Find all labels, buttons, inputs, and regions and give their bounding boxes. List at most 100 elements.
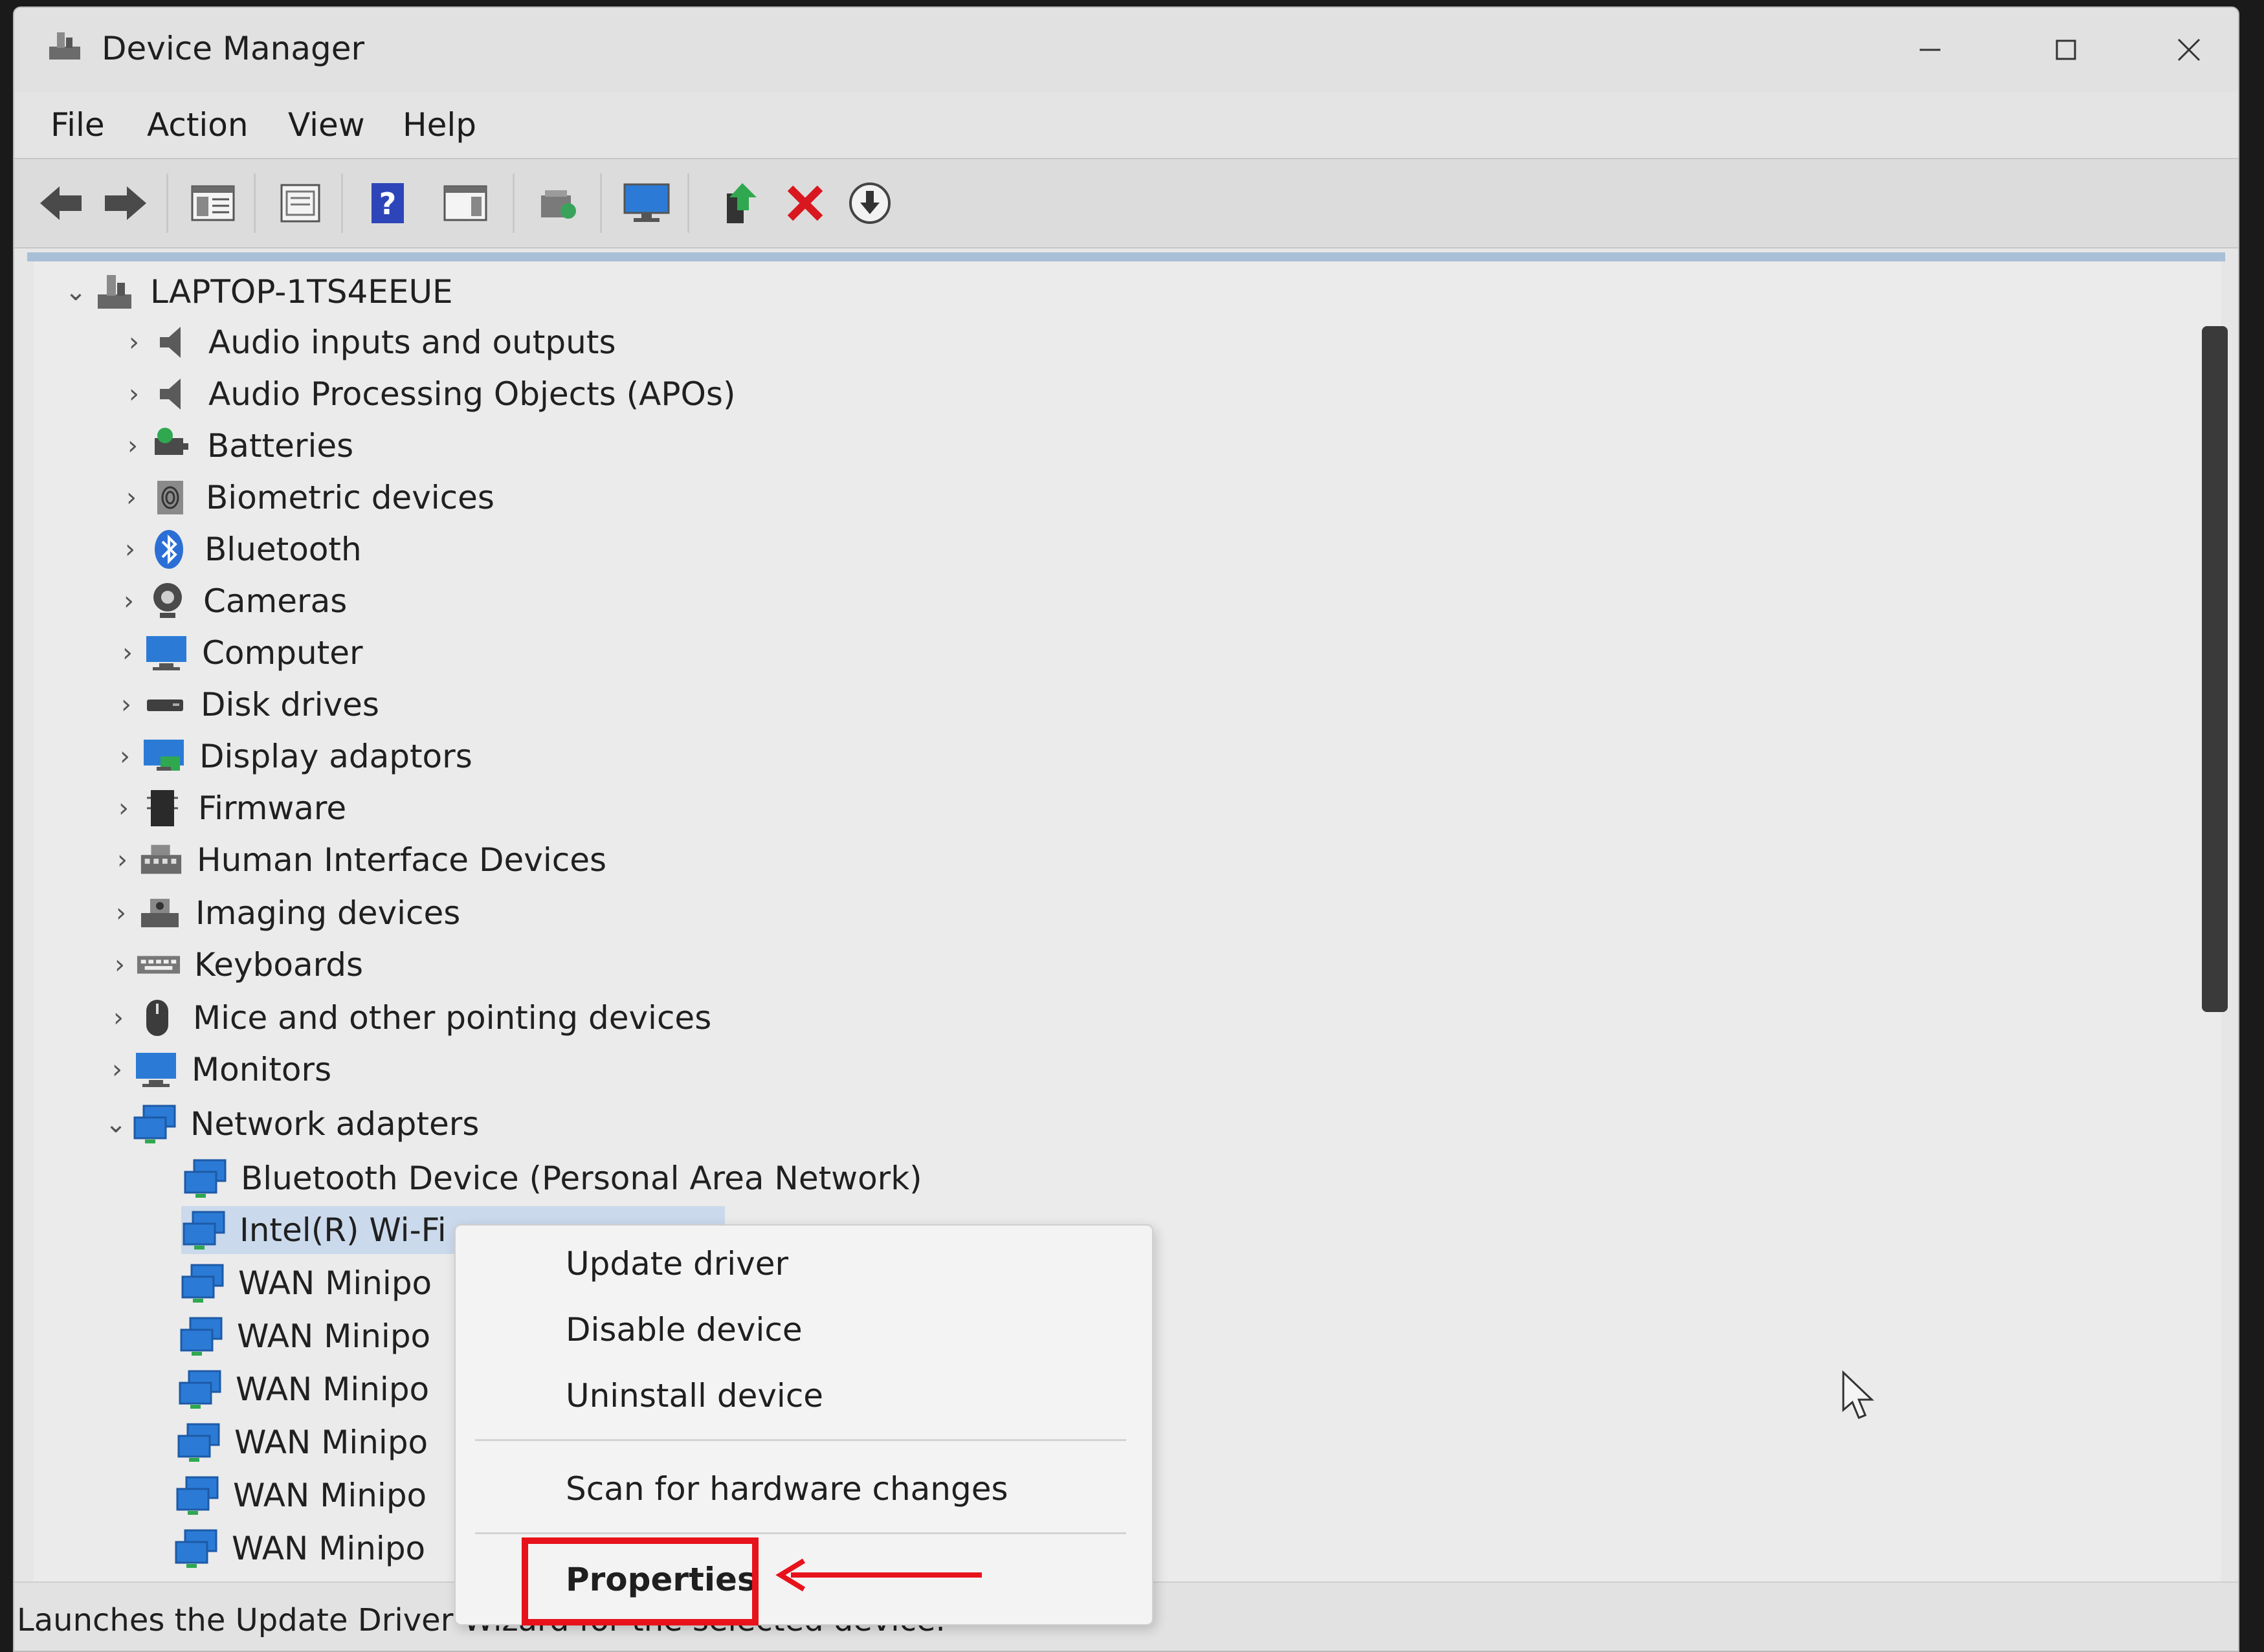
tree-category[interactable]: › Disk drives — [110, 681, 379, 729]
chevron-right-icon[interactable]: › — [115, 483, 148, 512]
network-adapter-icon — [183, 1156, 228, 1201]
chevron-right-icon[interactable]: › — [107, 793, 140, 823]
chevron-right-icon[interactable]: › — [110, 690, 142, 720]
tree-category[interactable]: › Computer — [111, 629, 363, 677]
battery-icon — [149, 423, 194, 468]
minimize-button[interactable] — [1891, 27, 1969, 72]
back-arrow-icon — [40, 186, 82, 220]
mouse-cursor-icon — [1842, 1370, 1874, 1419]
chevron-right-icon[interactable]: › — [117, 431, 149, 461]
show-hide-console-tree-button[interactable] — [186, 176, 240, 230]
forward-button[interactable] — [98, 176, 153, 230]
chevron-right-icon[interactable]: › — [118, 327, 150, 357]
tree-category[interactable]: › Imaging devices — [105, 889, 460, 937]
menu-item-update-driver[interactable]: Update driver — [566, 1245, 788, 1283]
chevron-right-icon[interactable]: › — [113, 586, 145, 616]
bluetooth-icon — [146, 527, 192, 572]
tree-category-label: Display adaptors — [199, 738, 472, 775]
tree-category[interactable]: › Bluetooth — [114, 525, 362, 573]
tree-category[interactable]: › Cameras — [113, 577, 347, 625]
network-device-item[interactable]: WAN Minipo — [177, 1365, 429, 1413]
chevron-right-icon[interactable]: › — [101, 1055, 133, 1085]
chevron-right-icon[interactable]: › — [109, 742, 141, 771]
properties-toolbar-button[interactable] — [273, 176, 327, 230]
network-device-item[interactable]: WAN Minipo — [180, 1259, 432, 1307]
forward-arrow-icon — [105, 186, 146, 220]
network-device-item[interactable]: WAN Minipo — [175, 1471, 427, 1519]
chevron-right-icon[interactable]: › — [102, 1003, 135, 1033]
network-adapter-icon — [179, 1314, 224, 1359]
help-book-icon: ? — [372, 183, 404, 223]
computer-root-icon — [92, 269, 137, 314]
menu-item-scan-hardware-changes[interactable]: Scan for hardware changes — [566, 1470, 1008, 1508]
display-devices-by-connection-button[interactable] — [619, 176, 674, 230]
close-button[interactable] — [2150, 27, 2228, 72]
tree-category[interactable]: › Audio inputs and outputs — [118, 318, 616, 366]
device-manager-icon — [49, 32, 80, 60]
toolbar-separator — [341, 173, 343, 233]
chevron-down-icon[interactable]: ⌄ — [100, 1109, 132, 1139]
maximize-button[interactable] — [2027, 27, 2105, 72]
menu-help[interactable]: Help — [403, 106, 476, 144]
tree-category-network-adapters[interactable]: ⌄ Network adapters — [100, 1100, 479, 1148]
chevron-right-icon[interactable]: › — [104, 950, 136, 980]
toolbar-separator — [254, 173, 256, 233]
tree-category[interactable]: › Human Interface Devices — [106, 836, 606, 884]
tree-category[interactable]: › Display adaptors — [109, 732, 472, 780]
network-device-item[interactable]: WAN Minipo — [176, 1418, 428, 1466]
menu-view[interactable]: View — [288, 106, 365, 144]
action-pane-icon — [443, 185, 487, 221]
update-driver-button[interactable] — [713, 176, 768, 230]
vertical-scrollbar[interactable] — [2202, 326, 2228, 1012]
scan-hardware-changes-button[interactable] — [532, 176, 586, 230]
download-circle-icon — [849, 182, 891, 224]
close-icon — [2177, 38, 2201, 61]
tree-category[interactable]: › Biometric devices — [115, 474, 494, 522]
tree-category-label: Batteries — [207, 427, 354, 465]
update-driver-icon — [727, 183, 757, 223]
network-adapter-icon — [132, 1101, 177, 1147]
tree-category[interactable]: › Batteries — [117, 422, 353, 470]
mouse-icon — [135, 995, 180, 1041]
tree-category-label: Monitors — [192, 1051, 332, 1088]
menu-item-disable-device[interactable]: Disable device — [566, 1311, 803, 1349]
svg-text:?: ? — [379, 186, 397, 221]
back-button[interactable] — [34, 176, 88, 230]
tree-category[interactable]: › Monitors — [101, 1046, 331, 1094]
menu-action[interactable]: Action — [147, 106, 249, 144]
network-device-item[interactable]: Bluetooth Device (Personal Area Network) — [183, 1154, 922, 1202]
tree-category[interactable]: › Mice and other pointing devices — [102, 994, 711, 1042]
pane-accent-line — [27, 252, 2225, 261]
action-pane-button[interactable] — [438, 176, 493, 230]
network-adapter-icon — [173, 1526, 219, 1571]
console-tree-icon — [191, 185, 235, 221]
tree-category[interactable]: › Keyboards — [104, 941, 363, 989]
tree-category[interactable]: › Firmware — [107, 784, 346, 832]
tree-category-label: Biometric devices — [206, 479, 494, 516]
network-adapter-icon — [177, 1367, 223, 1412]
uninstall-device-button[interactable] — [778, 176, 832, 230]
menu-item-uninstall-device[interactable]: Uninstall device — [566, 1377, 823, 1415]
chevron-right-icon[interactable]: › — [111, 638, 144, 668]
tree-root[interactable]: ⌄ LAPTOP-1TS4EEUE — [60, 268, 453, 316]
network-device-label: WAN Minipo — [232, 1530, 426, 1567]
help-button[interactable]: ? — [361, 176, 415, 230]
enable-device-button[interactable] — [843, 176, 897, 230]
chevron-right-icon[interactable]: › — [105, 898, 137, 928]
chevron-right-icon[interactable]: › — [106, 845, 139, 875]
chevron-right-icon[interactable]: › — [114, 534, 146, 564]
network-device-item[interactable]: WAN Minipo — [179, 1312, 430, 1360]
tree-root-label: LAPTOP-1TS4EEUE — [150, 273, 453, 311]
speaker-icon — [150, 371, 195, 417]
red-arrow-icon — [775, 1558, 982, 1592]
window-title: Device Manager — [102, 30, 365, 67]
tree-category-label: Audio Processing Objects (APOs) — [208, 375, 736, 413]
toolbar-separator — [687, 173, 689, 233]
network-device-label: WAN Minipo — [236, 1371, 430, 1408]
chevron-down-icon[interactable]: ⌄ — [60, 277, 92, 307]
tree-category[interactable]: › Audio Processing Objects (APOs) — [118, 370, 735, 418]
properties-sheet-icon — [280, 184, 320, 223]
menu-file[interactable]: File — [50, 106, 105, 144]
chevron-right-icon[interactable]: › — [118, 379, 150, 409]
network-device-item[interactable]: WAN Minipo — [173, 1525, 425, 1572]
